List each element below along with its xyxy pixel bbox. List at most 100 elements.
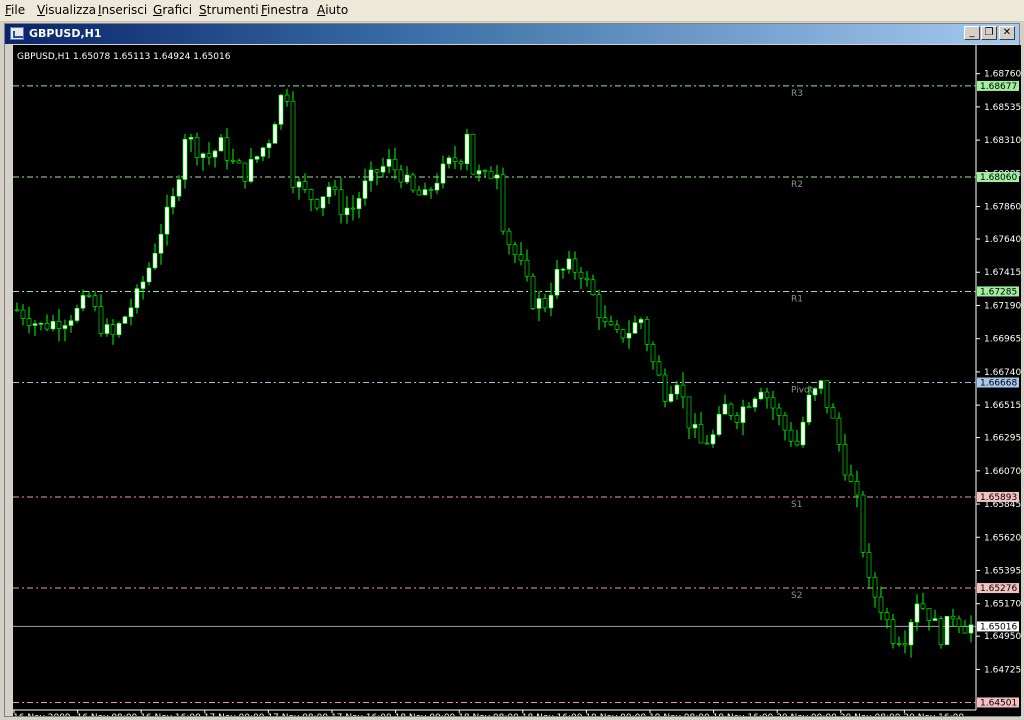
price-tick-label: 1.65620 <box>984 533 1021 543</box>
candle-body <box>560 268 566 271</box>
candle-body <box>44 323 50 330</box>
candle-body <box>410 174 416 191</box>
candle-body <box>542 298 548 309</box>
candle-body <box>290 100 296 188</box>
candle-body <box>68 320 74 326</box>
candle-body <box>968 624 974 634</box>
time-tick-label: 17 Nov 16:00 <box>331 713 392 716</box>
candle-body <box>428 189 434 191</box>
time-tick-label: 18 Nov 16:00 <box>522 713 583 716</box>
time-tick-label: 19 Nov 16:00 <box>713 713 774 716</box>
candle-body <box>728 403 734 416</box>
candle-body <box>374 169 380 173</box>
candle-body <box>110 324 116 335</box>
candle-body <box>812 388 818 396</box>
candle-body <box>662 374 668 402</box>
menu-strumenti[interactable]: Strumenti <box>199 3 259 17</box>
candle-body <box>950 615 956 620</box>
candle-body <box>776 407 782 416</box>
price-chart[interactable]: 1.687601.685351.683101.680851.678601.676… <box>13 45 1021 720</box>
candle-body <box>200 153 206 159</box>
time-tick-label: 16 Nov 16:00 <box>140 713 201 716</box>
candle-body <box>392 158 398 171</box>
time-tick-label: 19 Nov 00:00 <box>585 713 646 716</box>
bid-price-label: 1.65016 <box>980 622 1017 632</box>
candle-body <box>908 621 914 646</box>
candle-body <box>98 306 104 334</box>
chart-window: GBPUSD,H1 _ ❐ ✕ 1.68760 1.68535 1.68310 1.6… <box>4 23 1021 720</box>
candle-body <box>236 160 242 164</box>
menu-file[interactable]: File <box>5 3 25 17</box>
candle-body <box>926 608 932 621</box>
price-tick-label: 1.67190 <box>984 301 1021 311</box>
price-tick-label: 1.65170 <box>984 600 1021 610</box>
candle-body <box>626 332 632 339</box>
candle-body <box>578 271 584 279</box>
chart-area[interactable]: 1.687601.685351.683101.680851.678601.676… <box>13 45 1021 720</box>
candle-body <box>488 171 494 179</box>
menu-grafici[interactable]: Grafici <box>153 3 192 17</box>
restore-icon[interactable]: ❐ <box>981 26 997 40</box>
title-bar[interactable]: GBPUSD,H1 _ ❐ ✕ <box>5 24 1019 44</box>
candle-body <box>770 397 776 409</box>
pivot-level-name: Pivot <box>791 386 814 396</box>
candle-body <box>86 295 92 297</box>
candle-body <box>452 157 458 162</box>
candle-body <box>56 321 62 329</box>
candle-body <box>644 319 650 345</box>
candle-body <box>128 307 134 317</box>
menu-inserisci[interactable]: Inserisci <box>98 3 147 17</box>
candle-body <box>932 618 938 621</box>
menu-visualizza[interactable]: Visualizza <box>37 3 96 17</box>
candle-body <box>116 323 122 335</box>
candle-body <box>692 424 698 429</box>
candle-body <box>554 269 560 296</box>
time-tick-label: 19 Nov 08:00 <box>649 713 710 716</box>
candle-body <box>284 94 290 102</box>
menu-bar: File Visualizza Inserisci Grafici Strumenti F… <box>0 0 1024 22</box>
price-tick-label: 1.64725 <box>984 665 1021 675</box>
menu-finestra[interactable]: Finestra <box>261 3 309 17</box>
candle-body <box>368 169 374 182</box>
pivot-level-price-label: 1.68677 <box>980 82 1017 92</box>
candle-body <box>416 189 422 196</box>
candle-body <box>830 407 836 419</box>
candle-body <box>686 396 692 429</box>
price-tick-label: 1.65395 <box>984 566 1021 576</box>
minimize-icon[interactable]: _ <box>964 26 980 40</box>
candle-body <box>362 180 368 199</box>
candle-body <box>836 417 842 445</box>
candle-body <box>134 288 140 309</box>
pivot-level-price-label: 1.67285 <box>980 287 1017 297</box>
candle-body <box>104 324 110 334</box>
menu-aiuto[interactable]: Aiuto <box>317 3 348 17</box>
candle-body <box>860 494 866 553</box>
candle-body <box>332 186 338 191</box>
candle-body <box>242 162 248 182</box>
candle-body <box>446 157 452 165</box>
candle-body <box>596 294 602 319</box>
candle-body <box>152 252 158 269</box>
candle-body <box>296 181 302 188</box>
candle-body <box>164 206 170 235</box>
price-tick-label: 1.66295 <box>984 434 1021 444</box>
candle-body <box>92 295 98 307</box>
time-tick-label: 17 Nov 08:00 <box>267 713 328 716</box>
candle-body <box>944 615 950 646</box>
candle-body <box>500 174 506 232</box>
candle-body <box>608 321 614 326</box>
candle-body <box>176 179 182 197</box>
time-tick-label: 18 Nov 08:00 <box>458 713 519 716</box>
close-icon[interactable]: ✕ <box>999 26 1015 40</box>
candle-body <box>122 316 128 324</box>
chart-window-icon <box>10 27 24 40</box>
price-tick-label: 1.67860 <box>984 203 1021 213</box>
candle-body <box>278 94 284 125</box>
candle-body <box>680 384 686 398</box>
pivot-level-price-label: 1.65276 <box>980 584 1017 594</box>
candle-body <box>764 391 770 399</box>
candle-body <box>272 124 278 144</box>
candle-body <box>668 393 674 402</box>
candle-body <box>470 133 476 175</box>
candle-body <box>380 166 386 173</box>
